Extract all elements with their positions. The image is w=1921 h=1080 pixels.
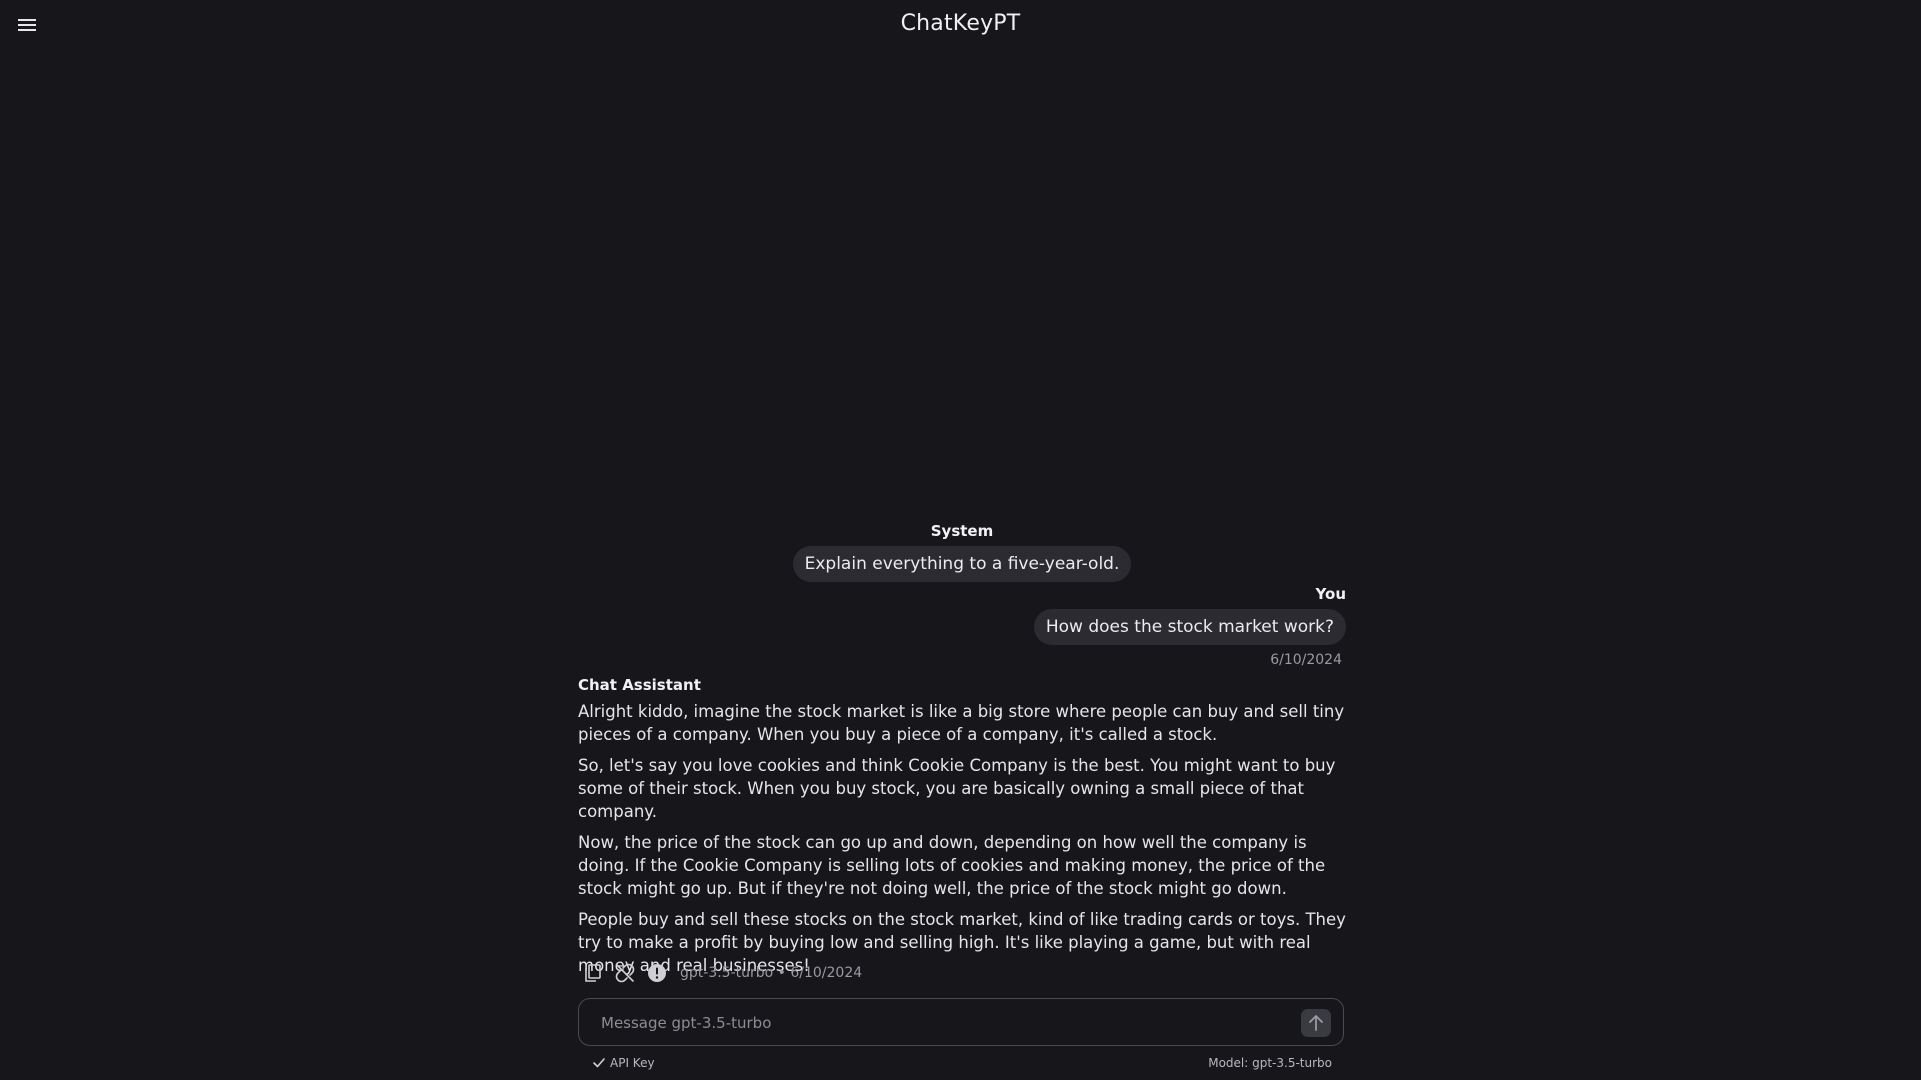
composer-footer: API Key Model: gpt-3.5-turbo [592,1056,1332,1070]
app-title: ChatKeyPT [900,11,1021,36]
assistant-label: Chat Assistant [578,676,701,694]
send-button[interactable] [1301,1009,1331,1037]
api-key-button[interactable]: API Key [592,1056,655,1070]
user-label: You [1315,585,1346,603]
model-label[interactable]: Model: gpt-3.5-turbo [1208,1056,1332,1070]
user-message: How does the stock market work? [1033,609,1346,645]
unlink-button[interactable] [614,962,636,984]
system-message: Explain everything to a five-year-old. [578,546,1346,582]
message-input[interactable] [599,999,1283,1047]
assistant-meta: gpt-3.5-turbo • 6/10/2024 [680,965,863,981]
app-window: ChatKeyPT System Explain everything to a… [0,0,1921,1080]
check-icon [593,1058,605,1068]
message-actions: gpt-3.5-turbo • 6/10/2024 [582,962,862,984]
copy-button[interactable] [582,962,604,984]
arrow-up-icon [1309,1015,1323,1031]
report-button[interactable] [646,962,668,984]
assistant-paragraph: Alright kiddo, imagine the stock market … [578,702,1345,744]
assistant-paragraph: So, let's say you love cookies and think… [578,756,1336,821]
unlink-icon [615,963,635,983]
copy-icon [585,964,601,982]
api-key-label: API Key [610,1056,655,1070]
assistant-message: Alright kiddo, imagine the stock market … [578,700,1346,985]
user-message-date: 6/10/2024 [1270,652,1342,668]
user-bubble: How does the stock market work? [1033,609,1346,645]
alert-icon [648,964,666,982]
system-label: System [930,522,994,540]
message-composer [578,998,1344,1047]
system-bubble: Explain everything to a five-year-old. [792,546,1132,582]
assistant-paragraph: Now, the price of the stock can go up an… [578,833,1326,898]
